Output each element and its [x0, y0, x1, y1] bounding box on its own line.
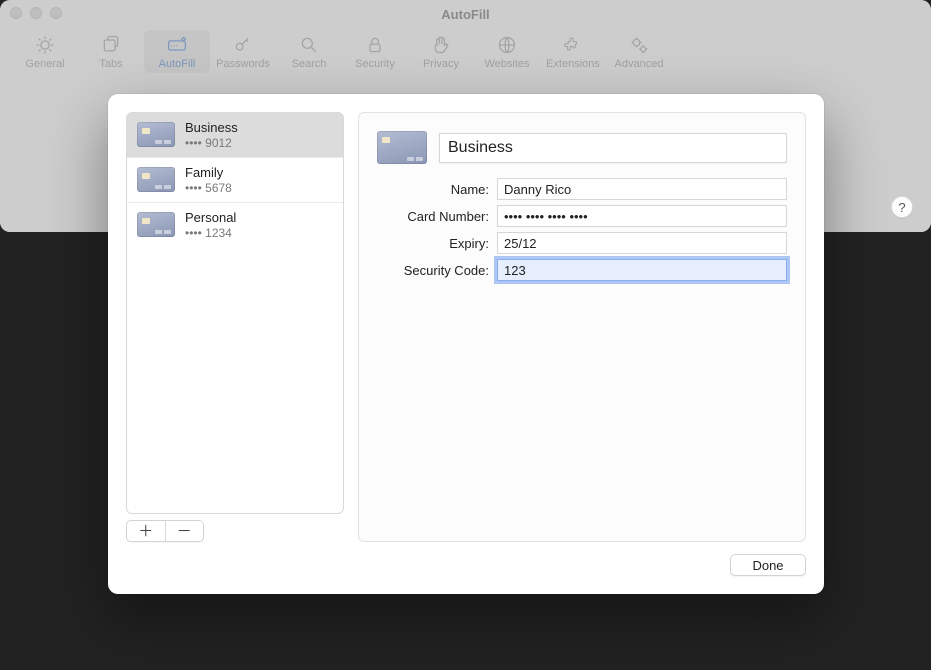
add-card-button[interactable]: ＋ — [127, 521, 166, 541]
card-number-field[interactable] — [497, 205, 787, 227]
credit-card-icon — [137, 122, 175, 147]
name-label: Name: — [377, 182, 497, 197]
security-code-label: Security Code: — [377, 263, 497, 278]
card-masked-number: •••• 1234 — [185, 226, 236, 240]
credit-card-icon — [137, 212, 175, 237]
credit-card-icon — [377, 131, 427, 164]
cardholder-name-field[interactable] — [497, 178, 787, 200]
card-title: Family — [185, 165, 232, 181]
add-remove-segmented: ＋ － — [126, 520, 204, 542]
card-title: Personal — [185, 210, 236, 226]
security-code-field[interactable] — [497, 259, 787, 281]
credit-card-icon — [137, 167, 175, 192]
card-description-field[interactable] — [439, 133, 787, 163]
card-list: Business •••• 9012 Family •••• 5678 Pers… — [126, 112, 344, 514]
expiry-field[interactable] — [497, 232, 787, 254]
expiry-label: Expiry: — [377, 236, 497, 251]
card-masked-number: •••• 9012 — [185, 136, 238, 150]
card-list-item[interactable]: Family •••• 5678 — [127, 158, 343, 203]
remove-card-button[interactable]: － — [166, 521, 204, 541]
card-list-item[interactable]: Business •••• 9012 — [127, 113, 343, 158]
credit-cards-sheet: Business •••• 9012 Family •••• 5678 Pers… — [108, 94, 824, 594]
card-title: Business — [185, 120, 238, 136]
card-number-label: Card Number: — [377, 209, 497, 224]
done-button[interactable]: Done — [730, 554, 806, 576]
card-detail-pane: Name: Card Number: Expiry: Security Code… — [358, 112, 806, 542]
card-list-item[interactable]: Personal •••• 1234 — [127, 203, 343, 247]
card-masked-number: •••• 5678 — [185, 181, 232, 195]
help-button[interactable]: ? — [891, 196, 913, 218]
